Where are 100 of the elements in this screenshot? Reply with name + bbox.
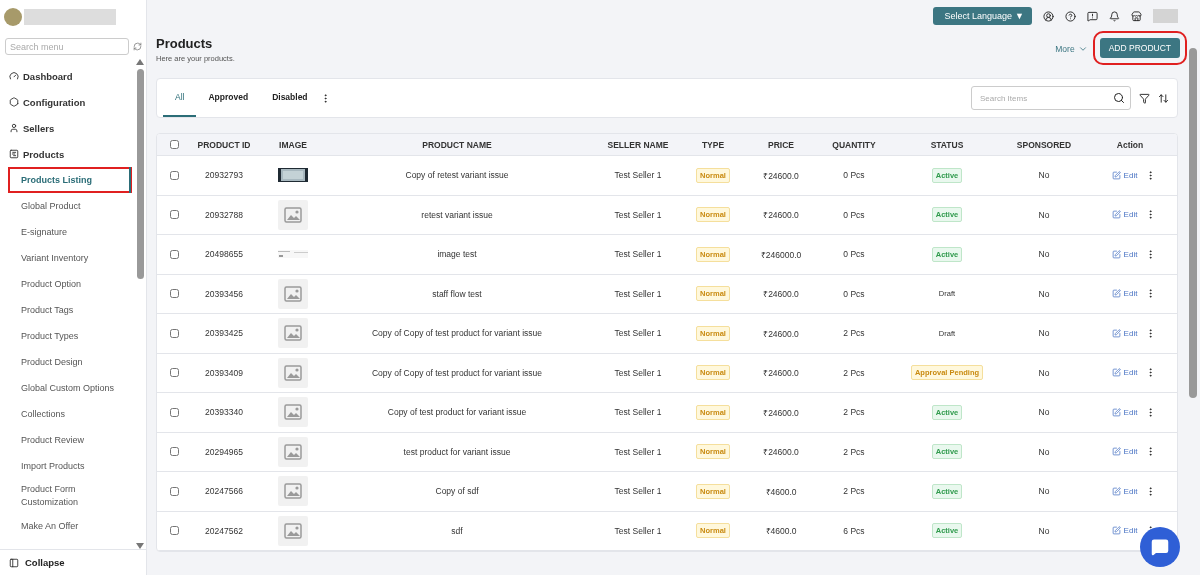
feedback-icon[interactable] [1087,10,1098,22]
gauge-icon [9,71,19,81]
sort-icon[interactable] [1158,92,1169,104]
nav-subitem[interactable]: Product Option [8,271,132,297]
table-cell-text: ₹24600.0 [762,327,800,339]
collapse-label[interactable]: Collapse [25,557,65,568]
nav-item[interactable]: Dashboard [0,63,134,89]
edit-link[interactable]: Edit [1111,447,1138,457]
nav-item[interactable]: Configuration [0,89,134,115]
nav-item[interactable]: Sellers [0,115,134,141]
table-cell-text: Test Seller 1 [613,525,663,536]
table-cell-text: 20393409 [204,367,244,378]
image-placeholder-icon [278,318,308,349]
table-cell-text: No [1037,486,1051,497]
nav-subitem[interactable]: Product Review [8,427,132,453]
column-header: TYPE [700,139,726,150]
edit-link[interactable]: Edit [1111,170,1138,180]
nav-subitem[interactable]: Make An Offer [8,513,132,539]
row-checkbox[interactable] [169,486,179,496]
table-cell-text: 20247562 [204,525,244,536]
help-icon[interactable] [1065,10,1076,22]
user-circle-icon[interactable] [1043,10,1054,22]
edit-link[interactable]: Edit [1111,249,1138,259]
filter-icon[interactable] [1139,92,1150,104]
table-cell-text: 20393456 [204,288,244,299]
nav-subitem[interactable]: Global Custom Options [8,375,132,401]
table-cell-text: Test Seller 1 [613,288,663,299]
edit-link[interactable]: Edit [1111,368,1138,378]
edit-link[interactable]: Edit [1111,486,1138,496]
store-icon[interactable] [1131,10,1142,22]
table-cell-text: 2 Pcs [842,407,866,418]
table-cell-text: ₹24600.0 [762,209,800,221]
table-cell-text: Copy of test product for variant issue [386,407,528,418]
search-icon[interactable] [1113,92,1125,104]
more-button[interactable]: More [1051,36,1092,62]
column-header: PRODUCT NAME [421,139,493,150]
table-cell-text: ₹24600.0 [762,367,800,379]
tab[interactable]: Disabled [260,79,320,117]
column-header: PRICE [767,139,795,150]
table-cell-text: 0 Pcs [842,170,866,181]
scrollbar-thumb[interactable] [136,69,144,279]
table-cell-text: No [1037,209,1051,220]
table-cell-text: 20932793 [204,170,244,181]
nav-subitem[interactable]: E-signature [8,219,132,245]
column-header: IMAGE [278,139,308,150]
chat-button[interactable] [1140,527,1180,567]
row-checkbox[interactable] [169,447,179,457]
chevron-down-icon[interactable] [1077,44,1088,54]
table-cell-text: Test Seller 1 [613,407,663,418]
nav-subitem[interactable]: Variant Inventory [8,245,132,271]
nav-subitem[interactable]: Products Listing [8,167,132,193]
row-checkbox[interactable] [169,526,179,536]
edit-link[interactable]: Edit [1111,289,1138,299]
table-cell-text: Test Seller 1 [613,328,663,339]
table-cell-text: 2 Pcs [842,486,866,497]
language-button[interactable]: Select Language ▼ [932,7,1032,25]
nav-subitem[interactable]: Import Products [8,453,132,479]
edit-link[interactable]: Edit [1111,407,1138,417]
image-placeholder-icon [278,476,308,507]
row-checkbox[interactable] [169,407,179,417]
table-cell-text: No [1037,170,1051,181]
table-cell-text: Copy of Copy of test product for variant issue [370,367,544,378]
edit-link[interactable]: Edit [1111,328,1138,338]
row-checkbox[interactable] [169,289,179,299]
tab[interactable]: All [163,79,197,117]
search-field[interactable]: Search Items [971,86,1131,110]
edit-link[interactable]: Edit [1111,210,1138,220]
box-icon [9,149,19,159]
menu-search-field[interactable]: Search menu [5,38,129,55]
nav-subitem[interactable]: Product Form Customization [8,479,132,513]
image-placeholder-icon [278,357,308,388]
nav-item[interactable]: Products [0,141,134,167]
nav-subitem[interactable]: Product Types [8,323,132,349]
nav-subitem[interactable]: Product Design [8,349,132,375]
row-checkbox[interactable] [169,328,179,338]
table-cell-text: Copy of Copy of test product for variant issue [370,328,544,339]
nav-subitem[interactable]: Product Tags [8,297,132,323]
refresh-icon[interactable] [133,42,142,51]
nav-subitem[interactable]: Global Product [8,193,132,219]
bell-icon[interactable] [1109,10,1120,22]
chat-icon[interactable] [1151,538,1169,556]
scroll-down-icon[interactable] [136,543,144,549]
table-cell-text: ₹24600.0 [762,406,800,418]
table-cell-text: Test Seller 1 [613,367,663,378]
panel-icon[interactable] [9,557,19,568]
row-checkbox[interactable] [169,210,179,220]
image-placeholder-icon [278,436,308,467]
image-placeholder-icon [278,397,308,428]
row-checkbox[interactable] [169,249,179,259]
nav-subitem[interactable]: Collections [8,401,132,427]
table-cell-text: 20498655 [204,249,244,260]
image-placeholder-icon [278,278,308,309]
row-checkbox[interactable] [169,170,179,180]
scrollbar-thumb[interactable] [1189,48,1197,398]
edit-link[interactable]: Edit [1111,526,1138,536]
tab[interactable]: Approved [196,79,261,117]
select-all-checkbox[interactable] [169,140,179,149]
table-cell-text: 6 Pcs [842,525,866,536]
row-checkbox[interactable] [169,368,179,378]
scroll-up-icon[interactable] [136,59,144,65]
